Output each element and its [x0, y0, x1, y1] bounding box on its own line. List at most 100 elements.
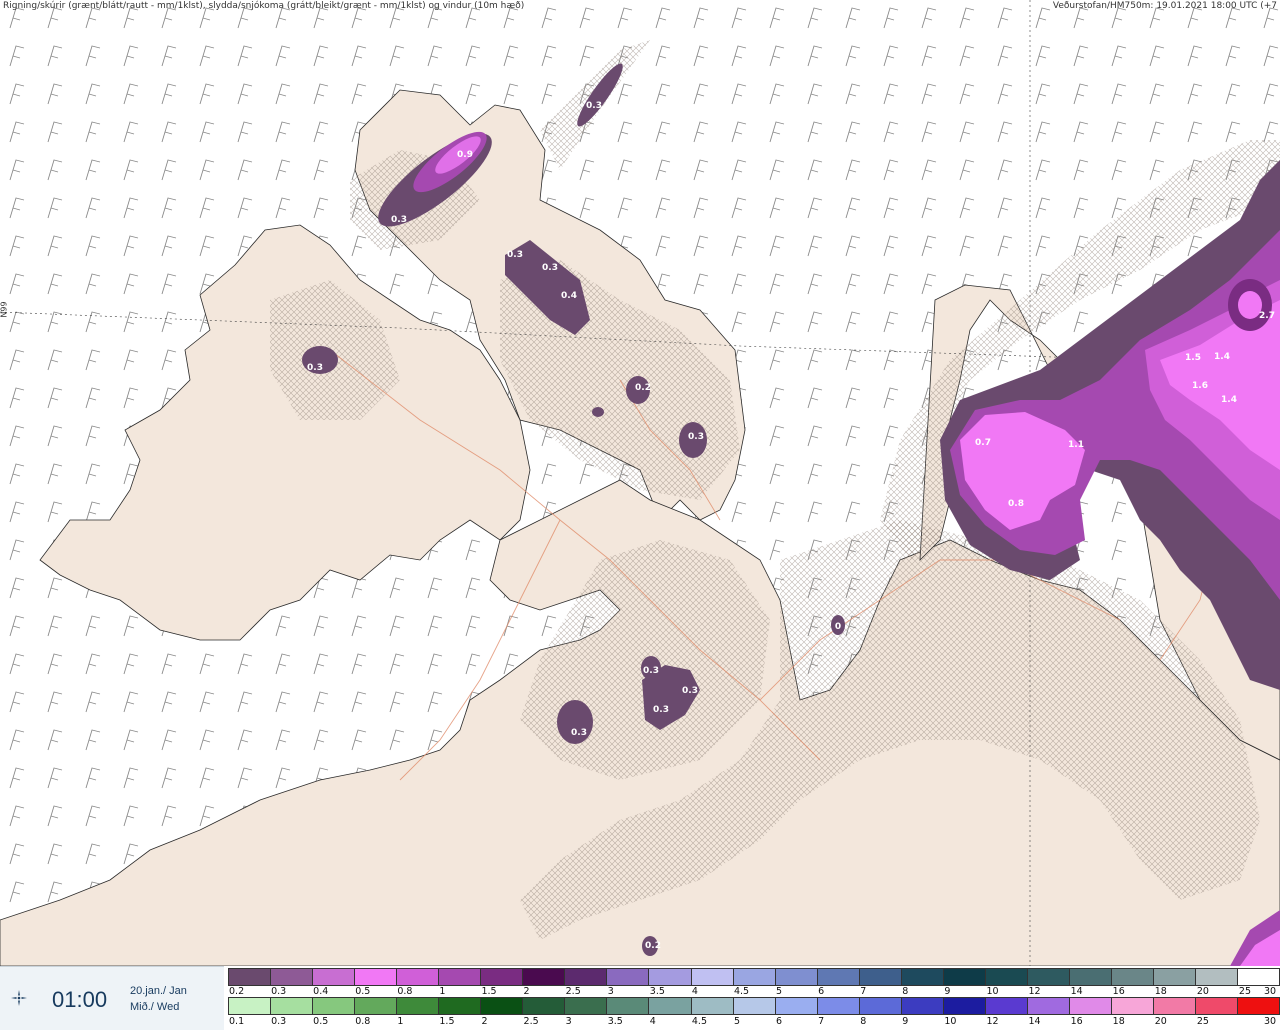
rain-scale-tick-label: 2 — [481, 1016, 488, 1027]
precip-label: 0 — [835, 622, 841, 632]
precip-label: 0.3 — [307, 363, 323, 373]
snow-scale-tick-label: 14 — [1070, 986, 1083, 997]
rain-scale-swatch — [439, 997, 482, 1015]
snow-scale-tick-label: 2 — [523, 986, 530, 997]
time-panel[interactable]: 01:00 20.jan./ Jan Mið./ Wed — [0, 966, 224, 1030]
rain-scale-swatch — [649, 997, 692, 1015]
snow-scale-tick-label: 7 — [860, 986, 867, 997]
precip-label: 0.3 — [682, 686, 698, 696]
snow-scale-swatch — [1238, 968, 1280, 986]
snow-scale-tick-label: 0.8 — [397, 986, 413, 997]
precip-label: 0.7 — [975, 438, 991, 448]
rain-scale-tick-label: 10 — [944, 1016, 957, 1027]
forecast-date: 20.jan./ Jan — [130, 985, 187, 997]
snow-scale-tick-label: 9 — [944, 986, 951, 997]
rain-scale-tick-label: 4.5 — [691, 1016, 707, 1027]
rain-scale-swatch — [397, 997, 440, 1015]
snow-scale-tick-label: 20 — [1196, 986, 1209, 997]
rain-scale-tick-label: 6 — [776, 1016, 783, 1027]
graticule-label: N99 — [0, 301, 9, 318]
snow-scale-tick-label: 4.5 — [733, 986, 750, 997]
rain-scale-swatch — [228, 997, 272, 1015]
rain-scale-swatch — [775, 997, 818, 1015]
snow-scale-swatch — [313, 968, 356, 986]
rain-scale-tick-label: 1.5 — [439, 1016, 455, 1027]
snow-scale-tick-label: 0.5 — [355, 986, 371, 997]
wind-sun-icon — [11, 990, 27, 1006]
snow-scale-swatch — [817, 968, 860, 986]
rain-scale-swatch — [1196, 997, 1239, 1015]
rain-scale-tick-label: 12 — [986, 1016, 999, 1027]
snow-scale-tick-label: 18 — [1154, 986, 1167, 997]
snow-scale-tick-label: 2.5 — [565, 986, 581, 997]
snow-scale-tick-label: 0.4 — [313, 986, 329, 997]
rain-scale-tick-label: 8 — [860, 1016, 867, 1027]
rain-scale-ticks: 0.1 0.3 0.5 0.8 1 1.5 2 2.5 3 3.5 4 4.5 5 6 7 8 9 10 12 14 1… — [228, 1016, 1280, 1027]
rain-scale-tick-label: 9 — [902, 1016, 909, 1027]
rain-scale-tick-label: 0.3 — [271, 1016, 287, 1027]
precip-label: 0.3 — [507, 250, 523, 260]
rain-scale-swatch — [313, 997, 356, 1015]
snow-color-scale — [228, 968, 1280, 986]
snow-scale-tick-label: 12 — [1028, 986, 1041, 997]
precip-label: 0.3 — [391, 215, 407, 225]
precip-label: 0.9 — [457, 150, 473, 160]
rain-scale-tick-label: 16 — [1070, 1016, 1083, 1027]
rain-scale-swatch — [901, 997, 944, 1015]
snow-scale-swatch — [1196, 968, 1239, 986]
snow-scale-swatch — [439, 968, 482, 986]
rain-scale-tick-label: 0.8 — [355, 1016, 371, 1027]
rain-scale-swatch — [1238, 997, 1280, 1015]
rain-scale-swatch — [607, 997, 650, 1015]
rain-scale-swatch — [1027, 997, 1070, 1015]
rain-scale-tick-label: 2.5 — [523, 1016, 539, 1027]
precip-label: 0.2 — [635, 383, 651, 393]
snow-scale-swatch — [271, 968, 314, 986]
snow-scale-swatch — [985, 968, 1028, 986]
bottom-panel: 01:00 20.jan./ Jan Mið./ Wed 0.2 0.3 0.4 0.… — [0, 966, 1280, 1030]
snow-scale-tick-label: 16 — [1112, 986, 1125, 997]
rain-scale-tick-label: 7 — [818, 1016, 825, 1027]
snow-scale-swatch — [1154, 968, 1197, 986]
snow-scale-swatch — [649, 968, 692, 986]
forecast-time: 01:00 — [52, 987, 108, 1012]
snow-scale-swatch — [607, 968, 650, 986]
snow-scale-tick-label: 6 — [818, 986, 825, 997]
precip-label: 1.5 — [1185, 353, 1201, 363]
snow-scale-swatch — [691, 968, 734, 986]
rain-scale-swatch — [1111, 997, 1155, 1015]
snow-scale-tick-label: 3 — [607, 986, 614, 997]
snow-scale-tick-label: 1 — [439, 986, 446, 997]
precip-label: 0.3 — [586, 101, 602, 111]
precip-label: 0.3 — [643, 666, 659, 676]
rain-scale-tick-label: 14 — [1028, 1016, 1041, 1027]
precip-label: 0.3 — [542, 263, 558, 273]
snow-scale-tick-label: 0.2 — [229, 986, 245, 997]
model-run-info: Veðurstofan/HM750m: 19.01.2021 18:00 UTC… — [1052, 1, 1277, 11]
precip-label: 0.4 — [561, 291, 577, 301]
rain-scale-tick-label: 4 — [649, 1016, 656, 1027]
snow-scale-swatch — [859, 968, 902, 986]
rain-scale-swatch — [733, 997, 776, 1015]
rain-scale-tick-label: 18 — [1112, 1016, 1125, 1027]
rain-scale-tick-label: 1 — [397, 1016, 404, 1027]
rain-scale-swatch — [481, 997, 524, 1015]
rain-scale-tick-label: 3.5 — [607, 1016, 623, 1027]
precipitation-map[interactable]: 0.3 0.9 0.3 0.3 0.3 0.4 0.3 0.2 0.3 0.3 … — [0, 0, 1280, 966]
snow-scale-swatch — [901, 968, 944, 986]
precip-label: 0.8 — [1008, 499, 1024, 509]
snow-scale-tick-label: 30 — [1264, 986, 1277, 997]
snow-scale-swatch — [228, 968, 272, 986]
snow-scale-swatch — [523, 968, 566, 986]
snow-scale-swatch — [355, 968, 398, 986]
snow-scale-tick-label: 5 — [776, 986, 783, 997]
rain-scale-tick-label: 25 — [1196, 1016, 1209, 1027]
rain-scale-swatch — [943, 997, 986, 1015]
rain-scale-tick-label: 0.1 — [229, 1016, 245, 1027]
snow-scale-tick-label: 1.5 — [481, 986, 497, 997]
precip-label: 0.3 — [688, 432, 704, 442]
snow-scale-swatch — [733, 968, 776, 986]
snow-scale-swatch — [481, 968, 524, 986]
snow-scale-ticks: 0.2 0.3 0.4 0.5 0.8 1 1.5 2 2.5 3 3.5 4 4.5 5 6 7 8 9 10 12… — [228, 986, 1280, 997]
rain-scale-tick-label: 30 — [1264, 1016, 1277, 1027]
